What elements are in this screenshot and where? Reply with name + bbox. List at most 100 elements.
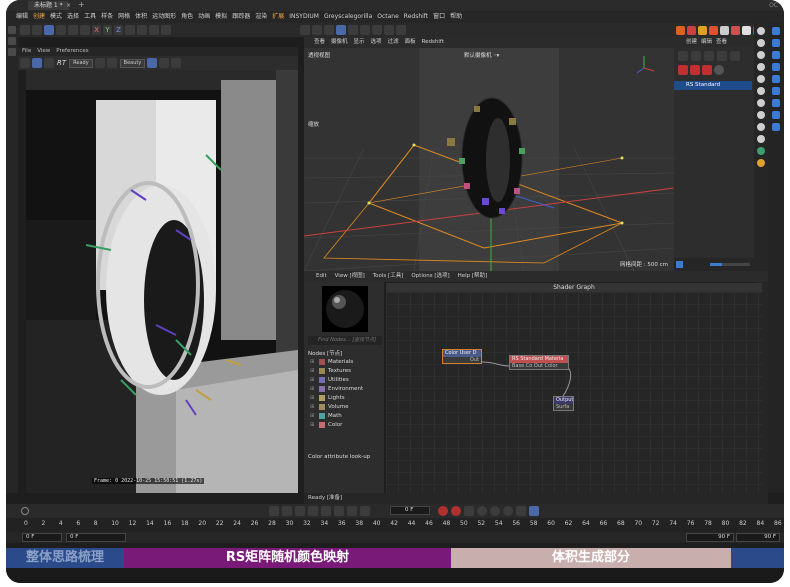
node-port[interactable]: Out <box>443 357 481 363</box>
go-to-start-icon[interactable] <box>269 506 279 516</box>
menu-item[interactable]: 跟踪器 <box>232 11 250 23</box>
tool-icon[interactable] <box>757 111 765 119</box>
axis-z-toggle[interactable]: Z <box>114 25 123 35</box>
tool-icon[interactable] <box>757 123 765 131</box>
viewport-label[interactable]: 透视视图 <box>308 51 330 59</box>
greyscalegorilla-icon[interactable] <box>698 25 707 35</box>
axis-x-toggle[interactable]: X <box>92 25 101 35</box>
render-icon[interactable] <box>20 58 30 68</box>
expand-icon[interactable]: ⊞ <box>310 376 316 384</box>
preview-start-field[interactable]: 0 F <box>66 533 126 542</box>
end-frame-field[interactable]: 90 F <box>736 533 780 542</box>
ipr-icon[interactable] <box>32 58 42 68</box>
color-user-data-node[interactable]: Color User D Out <box>442 349 482 364</box>
tool-icon[interactable] <box>772 123 780 131</box>
tool-icon[interactable] <box>772 111 780 119</box>
keyframe-selection-icon[interactable] <box>464 506 474 516</box>
previous-frame-icon[interactable] <box>295 506 305 516</box>
menu-item[interactable]: 运动图形 <box>152 11 176 23</box>
snap-icon[interactable] <box>348 25 358 35</box>
rs-standard-material-node[interactable]: RS Standard Materia Base Co Out Color <box>509 355 569 370</box>
start-frame-field[interactable]: 0 F <box>22 533 62 542</box>
record-icon[interactable] <box>438 506 448 516</box>
tool-icon[interactable] <box>8 37 16 45</box>
viewport-menu-item[interactable]: 选项 <box>371 37 382 48</box>
stop-icon[interactable] <box>44 58 54 68</box>
menu-item[interactable]: 体积 <box>135 11 147 23</box>
menu-item[interactable]: 创建 <box>33 11 45 23</box>
viewport-camera-select[interactable]: 默认摄像机 ◦▾ <box>464 51 499 59</box>
node-category[interactable]: ⊞ Utilities <box>310 376 349 384</box>
key-icon[interactable] <box>490 506 500 516</box>
picture-viewer-menu-item[interactable]: Preferences <box>56 47 88 56</box>
expand-icon[interactable]: ⊞ <box>310 421 316 429</box>
move-tool-icon[interactable] <box>56 25 66 35</box>
tool-icon[interactable] <box>757 39 765 47</box>
node-port[interactable]: Base Co Out Color <box>510 363 568 369</box>
point-mode-icon[interactable] <box>396 25 406 35</box>
crop-icon[interactable] <box>106 58 117 68</box>
menu-item[interactable]: 模拟 <box>215 11 227 23</box>
polygon-mode-icon[interactable] <box>372 25 382 35</box>
tool-icon[interactable] <box>8 26 16 34</box>
menu-item[interactable]: 帮助 <box>450 11 462 23</box>
node-category[interactable]: ⊞ Volume <box>310 403 348 411</box>
object-item-rs-standard[interactable]: RS Standard <box>674 81 752 90</box>
key-icon[interactable] <box>503 506 513 516</box>
chapter-segment-3[interactable]: 体积生成部分 <box>451 548 731 568</box>
object-manager-menu-item[interactable]: 编辑 <box>701 37 712 47</box>
key-icon[interactable] <box>516 506 526 516</box>
camera-icon[interactable] <box>300 25 310 35</box>
node-editor-menu-item[interactable]: Options [选项] <box>411 271 449 282</box>
tool-icon[interactable] <box>717 51 727 61</box>
select-tool-icon[interactable] <box>44 25 54 35</box>
edge-mode-icon[interactable] <box>384 25 394 35</box>
tool-icon[interactable] <box>691 51 701 61</box>
timeline-settings-icon[interactable] <box>529 506 539 516</box>
expand-icon[interactable]: ⊞ <box>310 412 316 420</box>
loop-icon[interactable] <box>360 506 370 516</box>
axis-y-toggle[interactable]: Y <box>103 25 112 35</box>
menu-item[interactable]: 渲染 <box>255 11 267 23</box>
tool-icon[interactable] <box>772 87 780 95</box>
lock-icon[interactable] <box>94 58 105 68</box>
tool-icon[interactable] <box>772 75 780 83</box>
zoom-icon[interactable] <box>159 58 170 68</box>
tool-icon[interactable] <box>757 51 765 59</box>
key-icon[interactable] <box>477 506 487 516</box>
grid-icon[interactable] <box>336 25 346 35</box>
next-frame-icon[interactable] <box>321 506 331 516</box>
deformer-icon[interactable] <box>324 25 334 35</box>
workplane-icon[interactable] <box>360 25 370 35</box>
tool-icon[interactable] <box>757 87 765 95</box>
tool-icon[interactable] <box>772 39 780 47</box>
tool-icon[interactable] <box>772 51 780 59</box>
plugin-icon[interactable] <box>731 25 740 35</box>
filter-icon[interactable] <box>676 261 683 268</box>
render-settings-icon[interactable] <box>161 25 171 35</box>
menu-item[interactable]: 网格 <box>118 11 130 23</box>
shader-graph-canvas[interactable]: Color User D Out RS Standard Materia Bas… <box>386 292 762 493</box>
menu-item[interactable]: Redshift <box>404 11 428 23</box>
previous-key-icon[interactable] <box>282 506 292 516</box>
status-select[interactable]: Ready <box>69 58 93 68</box>
coordinate-system-icon[interactable] <box>125 25 135 35</box>
go-to-end-icon[interactable] <box>347 506 357 516</box>
expand-icon[interactable]: ⊞ <box>310 367 316 375</box>
output-node[interactable]: Output Surfa <box>553 396 574 411</box>
document-tab[interactable]: 未标题 1 * <box>28 1 69 10</box>
node-port[interactable]: Surfa <box>554 404 573 410</box>
rotate-tool-icon[interactable] <box>80 25 90 35</box>
tool-icon[interactable] <box>757 63 765 71</box>
preview-end-field[interactable]: 90 F <box>686 533 734 542</box>
menu-item[interactable]: Greyscalegorilla <box>324 11 372 23</box>
next-key-icon[interactable] <box>334 506 344 516</box>
compare-icon[interactable] <box>171 58 182 68</box>
render-view-icon[interactable] <box>137 25 147 35</box>
plugin-icon[interactable] <box>742 25 751 35</box>
tool-icon[interactable] <box>757 159 765 167</box>
menu-item[interactable]: 编辑 <box>16 11 28 23</box>
viewport-menu-item[interactable]: Redshift <box>422 37 444 48</box>
tool-icon[interactable] <box>772 99 780 107</box>
expand-icon[interactable]: ⊞ <box>310 403 316 411</box>
